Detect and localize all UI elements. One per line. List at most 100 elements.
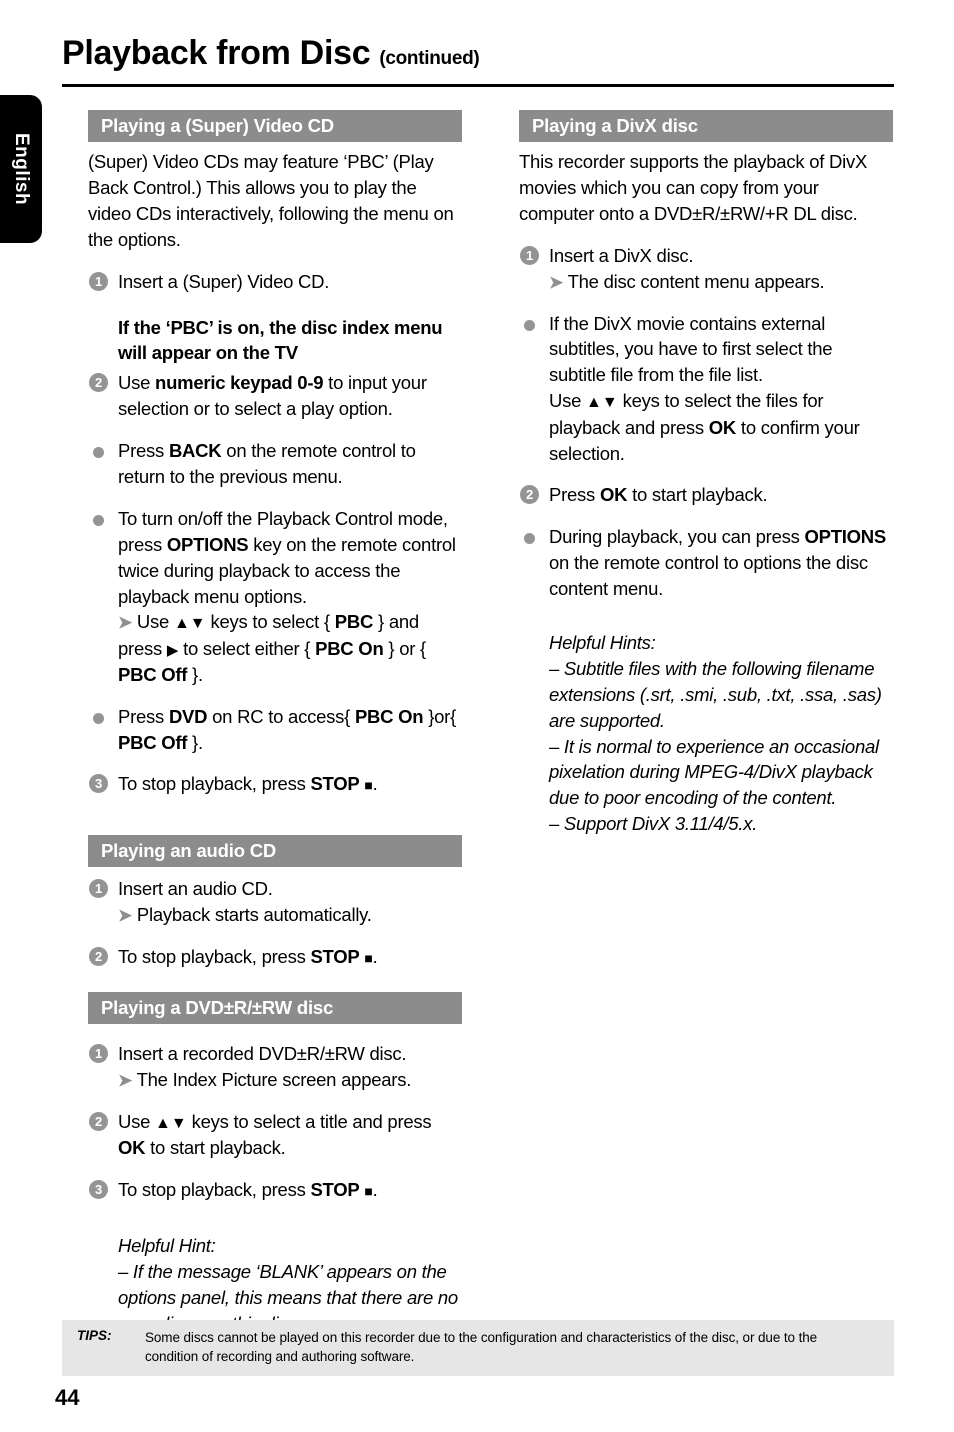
language-tab-label: English [11,132,32,206]
left-column: Playing a (Super) Video CD (Super) Video… [88,110,462,1337]
step-number: 1 [89,1044,108,1064]
result-arrow-icon: ➤ [549,272,563,292]
bullet-text-ok: OK [708,416,737,438]
updown-keys-icon: ▲▼ [155,1115,187,1133]
page-number: 44 [55,1385,80,1410]
tips-row: TIPS: Some discs cannot be played on thi… [62,1328,894,1366]
list-item: 1 Insert a recorded DVD±R/±RW disc. ➤ Th… [88,1041,462,1093]
step-number: 2 [89,947,108,967]
step-text-bold: numeric keypad 0-9 [155,372,324,394]
helpful-hints-title: Helpful Hints: [549,631,656,653]
step-text-b: to start playback. [627,484,768,506]
sub-text-d: to select either { [178,637,316,659]
helpful-hint-2: – It is normal to experience an occasion… [549,735,879,809]
step-sub-text: The Index Picture screen appears. [136,1069,412,1091]
sub-text-a: Use [136,611,174,633]
sub-text-pbc: PBC [334,611,374,633]
step-number: 1 [520,245,539,265]
step-text-a: Press [549,484,600,506]
bullet-text-c: on the remote control to options the dis… [549,552,868,600]
list-item: 1 Insert an audio CD. ➤ Playback starts … [88,876,462,928]
bullet-text-bold: OPTIONS [166,533,249,555]
step-number: 2 [89,373,108,393]
tips-label: TIPS: [77,1328,112,1343]
page-title: Playback from Disc (continued) [62,34,894,72]
list-item: Press DVD on RC to access{ PBC On }or{ P… [88,704,462,756]
step-number: 3 [89,1180,108,1200]
bullet-text-b: Use [549,390,587,412]
step-sub-text: The disc content menu appears. [567,270,825,292]
step-number: 3 [89,774,108,794]
sub-text-b: keys to select { [205,611,335,633]
step-text-a: Use [118,1111,156,1133]
list-item: 2 Use numeric keypad 0-9 to input your s… [88,370,462,422]
step-text-stop: STOP [310,946,360,968]
bullet-text-a: Press [118,440,169,462]
stop-square-icon: ■ [364,950,373,967]
bullet-text-dvd: DVD [168,705,208,727]
sub-text-pbc-on: PBC On [315,637,384,659]
right-key-icon: ▶ [166,641,179,659]
bullet-text-a: Press [118,705,169,727]
page-title-text: Playback from Disc [62,34,371,72]
sub-text-pbc-off: PBC Off [118,663,188,685]
list-item: To turn on/off the Playback Control mode… [88,506,462,688]
tips-box: TIPS: Some discs cannot be played on thi… [62,1320,894,1377]
header-divider [62,84,894,87]
result-arrow-icon: ➤ [118,906,132,926]
updown-keys-icon: ▲▼ [586,394,618,412]
bullet-dot-icon [93,447,104,459]
list-item: If the DivX movie contains external subt… [519,311,893,467]
divx-intro: This recorder supports the playback of D… [519,151,868,224]
helpful-hint-title: Helpful Hint: [118,1235,216,1257]
sub-text-f: }. [187,663,203,685]
helpful-hint-3: – Support DivX 3.11/4/5.x. [549,813,758,835]
bullet-text-c: on RC to access{ [207,705,355,727]
step-text-c: . [372,946,378,968]
list-item: 2 To stop playback, press STOP ■. [88,944,462,970]
list-item: Press BACK on the remote control to retu… [88,438,462,490]
step-text-c: . [372,1179,378,1201]
step-text-stop: STOP [310,773,360,795]
step-number: 2 [520,485,539,505]
sub-text-e: } or { [383,637,426,659]
step-text: Insert a DivX disc. [549,244,694,266]
updown-keys-icon: ▲▼ [173,615,206,633]
list-item: 1 Insert a (Super) Video CD. [88,269,462,295]
super-video-cd-intro: (Super) Video CDs may feature ‘PBC’ (Pla… [88,151,454,250]
bullet-text-options: OPTIONS [804,526,887,548]
bullet-text-a: If the DivX movie contains external subt… [549,312,833,386]
step-number: 1 [89,879,108,899]
step-number: 1 [89,271,108,291]
step-text: Insert a recorded DVD±R/±RW disc. [118,1043,407,1065]
list-item: During playback, you can press OPTIONS o… [519,524,893,602]
step-text-a: To stop playback, press [118,773,311,795]
bullet-text-bold: BACK [168,440,222,462]
section-header-audio-cd: Playing an audio CD [88,835,462,868]
step-text: Insert an audio CD. [118,878,273,900]
bullet-text-pbc-on: PBC On [354,705,424,727]
result-arrow-icon: ➤ [118,613,132,633]
helpful-hints-block: Helpful Hints: – Subtitle files with the… [519,630,893,837]
list-item: 3 To stop playback, press STOP ■. [88,771,462,797]
tips-text: Some discs cannot be played on this reco… [145,1330,818,1365]
step-sub-text: Playback starts automatically. [136,904,372,926]
step-text-c: . [372,773,378,795]
step-text-b: keys to select a title and press [186,1111,432,1133]
list-item: 1 Insert a DivX disc. ➤ The disc content… [519,243,893,295]
step-text-a: To stop playback, press [118,1179,311,1201]
bullet-dot-icon [93,514,104,526]
step-text-ok: OK [599,484,628,506]
bullet-dot-icon [524,533,535,545]
result-arrow-icon: ➤ [118,1071,132,1091]
list-item: 2 Use ▲▼ keys to select a title and pres… [88,1109,462,1161]
right-column: Playing a DivX disc This recorder suppor… [519,110,893,837]
page-header: Playback from Disc (continued) [62,34,894,72]
step-text-a: To stop playback, press [118,946,311,968]
step-text: Insert a (Super) Video CD. [118,270,330,292]
step-text-ok: OK [118,1137,146,1159]
bullet-text-pbc-off: PBC Off [118,731,188,753]
list-item: 2 Press OK to start playback. [519,482,893,508]
bullet-dot-icon [93,712,104,724]
bullet-dot-icon [524,319,535,331]
